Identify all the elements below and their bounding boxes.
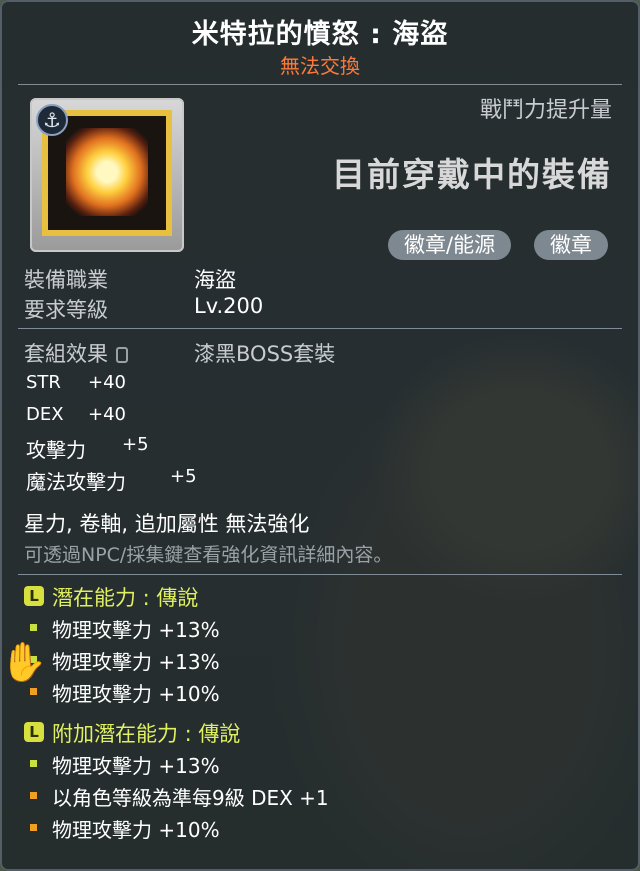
stat-name: DEX [26,404,64,425]
divider [18,574,622,575]
bonus-potential-line: 物理攻擊力 +13% [52,754,220,778]
potential-line: 物理攻擊力 +13% [52,650,220,674]
stat-name: STR [26,372,61,393]
level-label: 要求等級 [24,298,108,322]
equipped-label: 目前穿戴中的裝備 [332,155,612,194]
stat-row: 魔法攻擊力 +5 [26,466,197,495]
job-row: 裝備職業 海盜 [24,264,236,294]
bonus-potential-line: 以角色等級為準每9級 DEX +1 [52,786,329,810]
stat-value: +40 [88,404,126,425]
npc-note: 可透過NPC/採集鍵查看強化資訊詳細內容。 [24,544,393,566]
stat-name: 攻擊力 [26,438,86,462]
stat-value: +5 [122,434,149,455]
stat-row: 攻擊力 +5 [26,434,149,463]
stat-name: 魔法攻擊力 [26,470,126,494]
category-tag: 徽章/能源 [388,230,512,260]
anchor-icon: ⚓ [36,104,68,136]
upgrade-restriction: 星力, 卷軸, 追加屬性 無法強化 [24,512,310,536]
divider [18,84,622,85]
bullet-icon [30,792,37,799]
set-row: 套組效果 漆黑BOSS套裝 [24,338,335,368]
item-tooltip: 米特拉的憤怒 : 海盜 無法交換 ⚓ 戰鬥力提升量 目前穿戴中的裝備 徽章/能源… [0,0,640,871]
lock-icon [116,347,128,363]
bonus-potential-line: 物理攻擊力 +10% [52,818,220,842]
potential-title: 潛在能力 : 傳說 [52,586,199,610]
set-value: 漆黑BOSS套裝 [194,342,336,366]
combat-power-label: 戰鬥力提升量 [479,98,612,123]
legendary-badge: L [24,722,44,742]
potential-line: 物理攻擊力 +10% [52,682,220,706]
job-value: 海盜 [194,268,236,292]
bullet-icon [30,760,37,767]
stat-row: DEX +40 [26,404,126,425]
level-row: 要求等級 Lv.200 [24,294,263,324]
bullet-icon [30,824,37,831]
level-value: Lv.200 [194,294,264,318]
stat-value: +40 [88,372,126,393]
type-tag: 徽章 [534,230,608,260]
stat-row: STR +40 [26,372,126,393]
set-label: 套組效果 [24,342,108,366]
glove-cursor-icon: ✋ [0,640,48,684]
divider [18,328,622,329]
legendary-badge: L [24,586,44,606]
bullet-icon [30,624,37,631]
trade-status: 無法交換 [280,54,360,78]
job-label: 裝備職業 [24,268,108,292]
emblem-glow [66,128,148,216]
potential-line: 物理攻擊力 +13% [52,618,220,642]
bonus-potential-title: 附加潛在能力 : 傳說 [52,722,241,746]
stat-value: +5 [170,466,197,487]
item-icon-frame: ⚓ [30,98,184,252]
item-name: 米特拉的憤怒 : 海盜 [191,19,449,50]
